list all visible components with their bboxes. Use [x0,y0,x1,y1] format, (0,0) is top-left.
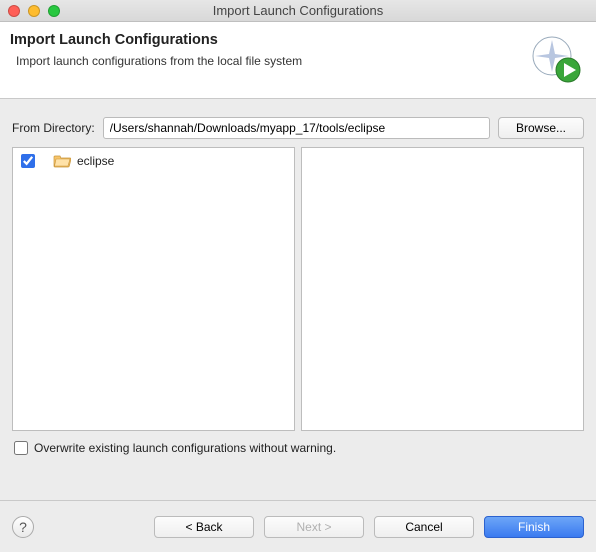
tree-item-checkbox[interactable] [21,154,35,168]
file-list-panel[interactable] [301,147,584,431]
wizard-footer: ? < Back Next > Cancel Finish [0,500,596,552]
folder-open-icon [53,154,71,168]
window-title: Import Launch Configurations [0,3,596,18]
selection-panels: eclipse [0,147,596,431]
finish-button[interactable]: Finish [484,516,584,538]
page-subtitle: Import launch configurations from the lo… [10,54,302,68]
wizard-header: Import Launch Configurations Import laun… [0,22,596,99]
back-button[interactable]: < Back [154,516,254,538]
help-icon: ? [19,519,27,535]
launch-wizard-icon [526,32,582,84]
browse-button[interactable]: Browse... [498,117,584,139]
from-directory-input[interactable] [103,117,490,139]
from-directory-row: From Directory: Browse... [0,99,596,147]
page-title: Import Launch Configurations [10,32,302,48]
cancel-button[interactable]: Cancel [374,516,474,538]
overwrite-checkbox[interactable] [14,441,28,455]
from-directory-label: From Directory: [12,121,95,135]
folder-tree-panel[interactable]: eclipse [12,147,295,431]
titlebar: Import Launch Configurations [0,0,596,22]
overwrite-option-row: Overwrite existing launch configurations… [0,431,596,463]
tree-item[interactable]: eclipse [13,148,294,172]
tree-item-label: eclipse [77,154,114,168]
overwrite-label: Overwrite existing launch configurations… [34,441,336,455]
help-button[interactable]: ? [12,516,34,538]
next-button: Next > [264,516,364,538]
